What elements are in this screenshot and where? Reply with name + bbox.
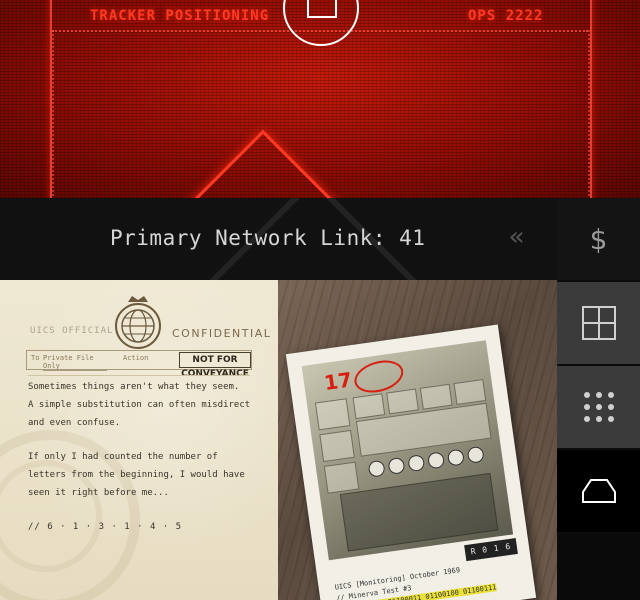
polaroid-photo[interactable]: 17 R 0 1 6 UICS [Monitoring] October 196…: [285, 324, 537, 600]
ops-code: OPS 2222: [468, 8, 544, 24]
note-paragraph-2: If only I had counted the number of lett…: [28, 448, 268, 502]
gauge-dial: [367, 459, 386, 478]
panel-block: [319, 429, 355, 463]
gauge-dial: [466, 445, 485, 464]
sidemenu-item-money[interactable]: $: [557, 198, 640, 280]
note-line: letters from the beginning, I would have: [28, 470, 245, 480]
tracker-frame-right: [588, 30, 590, 198]
note-line: If only I had counted the number of: [28, 452, 218, 462]
panel-block: [323, 461, 360, 494]
stamp-action-label: Action: [123, 354, 149, 362]
prev-arrow-button[interactable]: «: [509, 222, 525, 252]
sidemenu-item-grid[interactable]: [557, 282, 640, 364]
stamp-private-label: Private File Only: [43, 354, 107, 371]
note-line: A simple substitution can often misdirec…: [28, 400, 251, 410]
panel-block: [419, 383, 453, 410]
note-line: seen it right before me...: [28, 488, 169, 498]
note-paragraph-1: Sometimes things aren't what they seem. …: [28, 378, 268, 432]
panel-block: [352, 393, 386, 420]
panel-block: [386, 388, 419, 415]
tracker-title: TRACKER POSITIONING: [90, 8, 270, 24]
sidemenu-filler: [557, 534, 640, 600]
routing-stamp: To Private File Only Action NOT FOR CONV…: [26, 350, 252, 379]
not-for-conveyance-stamp: NOT FOR CONVEYANCE: [179, 352, 251, 379]
square-outline-icon: [307, 0, 337, 18]
stamp-to-label: To: [31, 354, 40, 362]
photo-red-number: 17: [322, 367, 354, 396]
console-desk: [339, 472, 499, 552]
network-link-bar: Primary Network Link: 41 «: [0, 198, 557, 280]
note-line: and even confuse.: [28, 418, 121, 428]
tracker-frame-left: [52, 30, 54, 198]
keypad-icon: [583, 392, 614, 422]
photo-tag: R 0 1 6: [464, 538, 518, 562]
panel-block: [314, 398, 351, 431]
photo-clue-area[interactable]: 17 R 0 1 6 UICS [Monitoring] October 196…: [278, 280, 557, 600]
gauge-dial: [446, 448, 465, 467]
confidential-note: UICS OFFICIAL CONFIDENTIAL To Private Fi…: [0, 280, 278, 600]
control-room-image: 17: [301, 340, 514, 561]
network-link-label: Primary Network Link: 41: [110, 226, 426, 250]
note-divider: [28, 375, 250, 376]
note-line: Sometimes things aren't what they seem.: [28, 382, 240, 392]
side-menu: $: [557, 198, 640, 600]
tracker-screen: TRACKER POSITIONING OPS 2222: [0, 0, 640, 198]
note-faded-header: UICS OFFICIAL: [30, 326, 114, 336]
gauge-dial: [387, 456, 406, 475]
dollar-icon: $: [589, 222, 608, 256]
grid-icon: [581, 306, 616, 340]
note-code-sequence: // 6 · 1 · 3 · 1 · 4 · 5: [28, 522, 183, 532]
envelope-tray-icon: [581, 479, 616, 503]
sidemenu-item-keypad[interactable]: [557, 366, 640, 448]
panel-block: [453, 379, 487, 405]
confidential-label: CONFIDENTIAL: [172, 327, 272, 340]
gauge-dial: [427, 451, 446, 470]
gauge-dial: [407, 454, 426, 473]
tracker-divider: [52, 30, 588, 198]
uics-seal-icon: [115, 296, 161, 349]
sidemenu-item-inbox[interactable]: [557, 450, 640, 532]
